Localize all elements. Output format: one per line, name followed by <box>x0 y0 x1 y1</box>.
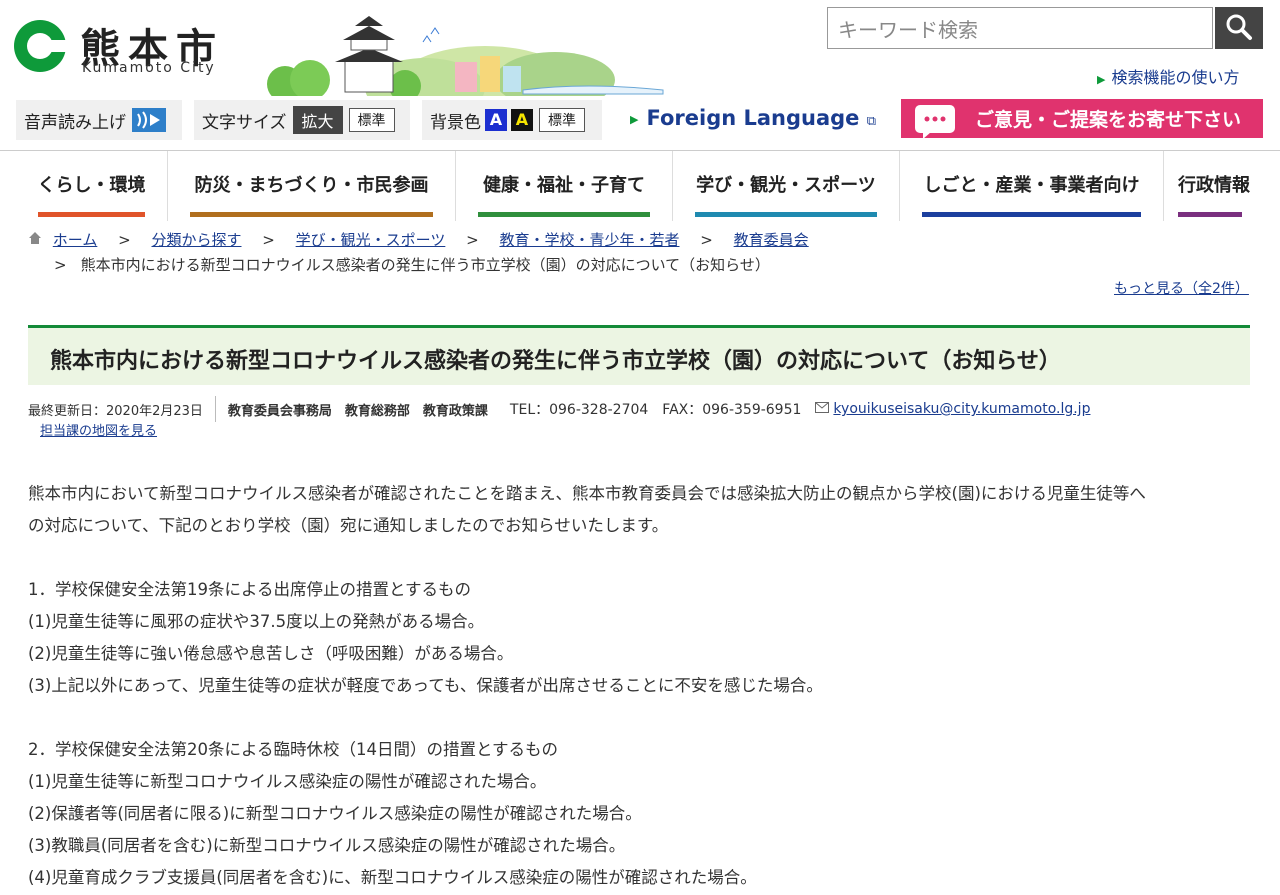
list-item: (1)児童生徒等に新型コロナウイルス感染症の陽性が確認された場合。 <box>28 772 547 791</box>
updated-date: 最終更新日：2020年2月23日 <box>28 403 203 419</box>
fontsize-tool: 文字サイズ 拡大 標準 <box>194 100 410 140</box>
email-link[interactable]: kyouikuseisaku@city.kumamoto.lg.jp <box>833 401 1090 417</box>
article-meta: 最終更新日：2020年2月23日 教育委員会事務局 教育総務部 教育政策課 TE… <box>28 396 1090 422</box>
nav-color-bar <box>190 212 433 217</box>
nav-item-kenkou[interactable]: 健康・福祉・子育て <box>456 151 673 221</box>
foreign-language-link[interactable]: ▶ Foreign Language ⧉ <box>630 106 876 130</box>
list-item: (4)児童育成クラブ支援員(同居者を含む)に、新型コロナウイルス感染症の陽性が確… <box>28 868 757 887</box>
mail-icon <box>815 401 830 417</box>
global-nav: くらし・環境 防災・まちづくり・市民参画 健康・福祉・子育て 学び・観光・スポー… <box>16 151 1264 221</box>
meta-divider <box>214 396 216 422</box>
breadcrumb-kyouiku[interactable]: 教育・学校・青少年・若者 <box>499 231 679 249</box>
section-1-heading: 1．学校保健安全法第19条による出席停止の措置とするもの <box>28 580 472 599</box>
opinion-button[interactable]: ご意見・ご提案をお寄せ下さい <box>901 99 1263 139</box>
breadcrumb-iinkai[interactable]: 教育委員会 <box>734 231 809 249</box>
tel-number: TEL：096-328-2704 <box>509 402 649 418</box>
breadcrumb-manabi[interactable]: 学び・観光・スポーツ <box>296 231 446 249</box>
breadcrumb-current: > 熊本市内における新型コロナウイルス感染者の発生に伴う市立学校（園）の対応につい… <box>54 256 770 274</box>
search-icon <box>1226 14 1252 40</box>
city-emblem-icon <box>14 20 68 72</box>
nav-item-bousai[interactable]: 防災・まちづくり・市民参画 <box>168 151 456 221</box>
nav-item-kurashi[interactable]: くらし・環境 <box>16 151 168 221</box>
fontsize-large-button[interactable]: 拡大 <box>292 106 343 134</box>
section-2-heading: 2．学校保健安全法第20条による臨時休校（14日間）の措置とするもの <box>28 740 558 759</box>
speech-icon <box>132 108 166 132</box>
nav-color-bar <box>695 212 877 217</box>
page-title: 熊本市内における新型コロナウイルス感染者の発生に伴う市立学校（園）の対応について… <box>28 325 1250 385</box>
department: 教育委員会事務局 教育総務部 教育政策課 <box>227 403 488 419</box>
triangle-right-icon: ▶ <box>630 112 639 126</box>
nav-color-bar <box>478 212 650 217</box>
speech-label: 音声読み上げ <box>24 112 126 133</box>
breadcrumb: ホーム > 分類から探す > 学び・観光・スポーツ > 教育・学校・青少年・若者… <box>28 229 815 250</box>
bgcolor-tool: 背景色 A A 標準 <box>422 100 602 140</box>
search-button[interactable] <box>1215 7 1263 49</box>
list-item: (3)教職員(同居者を含む)に新型コロナウイルス感染症の陽性が確認された場合。 <box>28 836 626 855</box>
list-item: (1)児童生徒等に風邪の症状や37.5度以上の発熱がある場合。 <box>28 612 485 631</box>
breadcrumb-home[interactable]: ホーム <box>53 231 98 249</box>
nav-color-bar <box>38 212 145 217</box>
logo-roman: Kumamoto City <box>82 60 216 76</box>
nav-color-bar <box>922 212 1141 217</box>
site-logo[interactable]: 熊本市 Kumamoto City <box>14 14 254 80</box>
breadcrumb-category[interactable]: 分類から探す <box>151 231 241 249</box>
nav-item-manabi[interactable]: 学び・観光・スポーツ <box>673 151 900 221</box>
fontsize-label: 文字サイズ <box>202 112 287 133</box>
bgcolor-blue-button[interactable]: A <box>485 109 507 131</box>
bgcolor-black-button[interactable]: A <box>511 109 533 131</box>
home-icon <box>28 231 47 249</box>
article-body: 熊本市内において新型コロナウイルス感染者が確認されたことを踏まえ、熊本市教育委員… <box>28 478 1258 894</box>
fontsize-standard-button[interactable]: 標準 <box>348 108 395 132</box>
nav-item-shigoto[interactable]: しごと・産業・事業者向け <box>900 151 1164 221</box>
bgcolor-standard-button[interactable]: 標準 <box>539 108 585 132</box>
castle-illustration <box>267 16 664 96</box>
triangle-right-icon: ▶ <box>1097 73 1106 86</box>
fax-number: FAX：096-359-6951 <box>662 402 802 418</box>
list-item: (3)上記以外にあって、児童生徒等の症状が軽度であっても、保護者が出席させること… <box>28 676 823 695</box>
search-howto-link[interactable]: ▶ 検索機能の使い方 <box>1097 64 1239 88</box>
external-window-icon: ⧉ <box>866 114 877 129</box>
list-item: (2)児童生徒等に強い倦怠感や息苦しさ（呼吸困難）がある場合。 <box>28 644 514 663</box>
intro-line: 熊本市内において新型コロナウイルス感染者が確認されたことを踏まえ、熊本市教育委員… <box>28 484 1146 503</box>
speech-tool[interactable]: 音声読み上げ <box>16 100 182 140</box>
nav-color-bar <box>1178 212 1242 217</box>
speech-bubble-icon <box>915 104 955 139</box>
intro-line: の対応について、下記のとおり学校（園）宛に通知しましたのでお知らせいたします。 <box>28 516 669 535</box>
map-link[interactable]: 担当課の地図を見る <box>40 420 157 439</box>
search-input[interactable]: キーワード検索 <box>827 7 1213 49</box>
nav-item-gyousei[interactable]: 行政情報 <box>1164 151 1264 221</box>
more-link[interactable]: もっと見る（全2件） <box>1114 278 1249 298</box>
bgcolor-label: 背景色 <box>430 112 481 133</box>
list-item: (2)保護者等(同居者に限る)に新型コロナウイルス感染症の陽性が確認された場合。 <box>28 804 642 823</box>
